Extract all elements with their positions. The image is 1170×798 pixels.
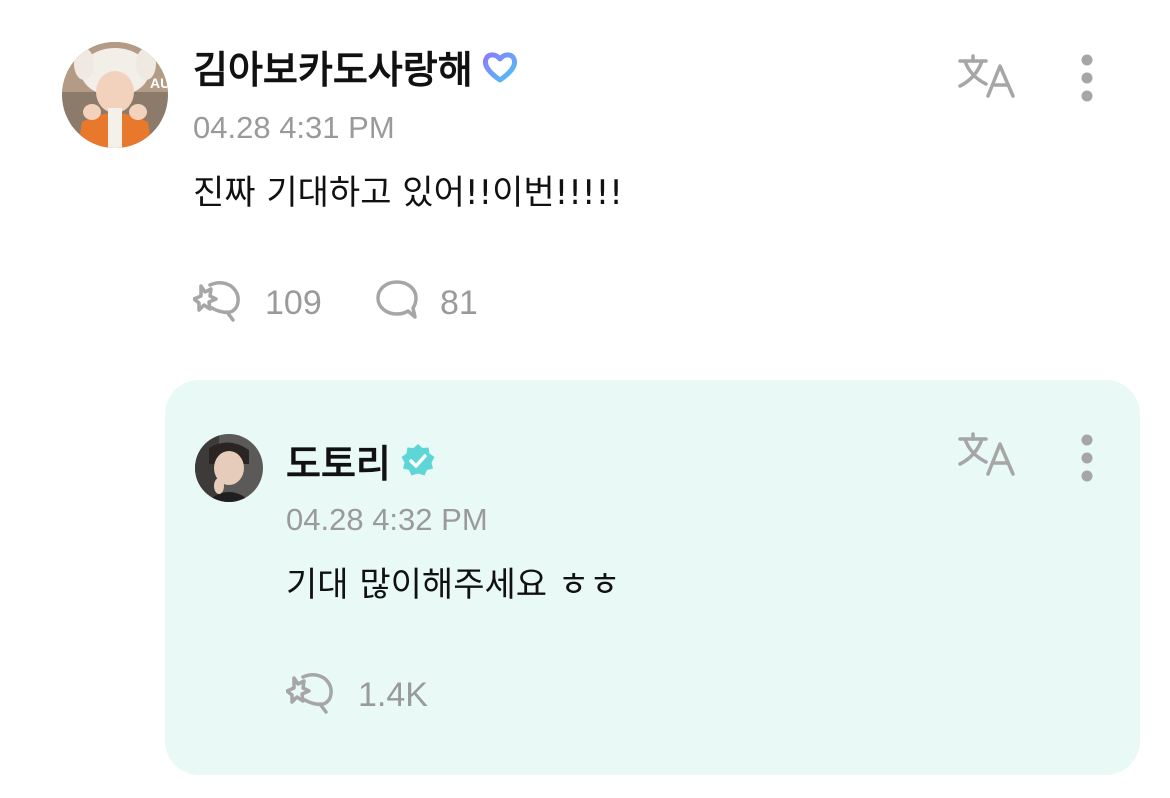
reply-timestamp: 04.28 4:32 PM: [286, 502, 488, 537]
reply-like-button[interactable]: 1.4K: [285, 670, 428, 720]
reply-translate-button[interactable]: [956, 432, 1018, 480]
comment: AU 김아보카도사랑해 04.28 4:31 PM 진짜 기대하고 있어!!이번…: [0, 0, 1170, 360]
reply-like-count: 1.4K: [358, 676, 428, 714]
verified-badge-icon: [399, 442, 437, 486]
more-vertical-icon: [1080, 53, 1094, 107]
cheer-icon: [192, 278, 245, 328]
comment-translate-button[interactable]: [956, 54, 1018, 102]
svg-text:AU: AU: [150, 75, 168, 91]
cheer-icon: [285, 670, 338, 720]
reply-more-button[interactable]: [1070, 434, 1104, 486]
comment-timestamp: 04.28 4:31 PM: [193, 110, 395, 145]
comment-reply-button[interactable]: 81: [374, 278, 478, 328]
heart-outline-icon: [481, 50, 519, 90]
comment-avatar[interactable]: AU: [62, 42, 168, 148]
reply-username[interactable]: 도토리: [286, 445, 391, 483]
translate-icon: [956, 52, 1018, 104]
more-vertical-icon: [1080, 433, 1094, 487]
comment-like-button[interactable]: 109: [192, 278, 322, 328]
comment-more-button[interactable]: [1070, 54, 1104, 106]
translate-icon: [956, 430, 1018, 482]
comment-reply-count: 81: [440, 284, 478, 322]
comment-username-row: 김아보카도사랑해: [193, 50, 519, 90]
speech-bubble-icon: [374, 278, 420, 328]
reply-card: 도토리 04.28 4:32 PM 기대 많이해주세요 ㅎㅎ 1.4K: [165, 380, 1140, 775]
reply-avatar[interactable]: [195, 434, 263, 502]
reply-text: 기대 많이해주세요 ㅎㅎ: [286, 565, 621, 605]
comment-like-count: 109: [265, 284, 322, 322]
comment-text: 진짜 기대하고 있어!!이번!!!!!: [193, 173, 623, 213]
reply-username-row: 도토리: [286, 442, 437, 486]
comment-username[interactable]: 김아보카도사랑해: [193, 51, 473, 89]
